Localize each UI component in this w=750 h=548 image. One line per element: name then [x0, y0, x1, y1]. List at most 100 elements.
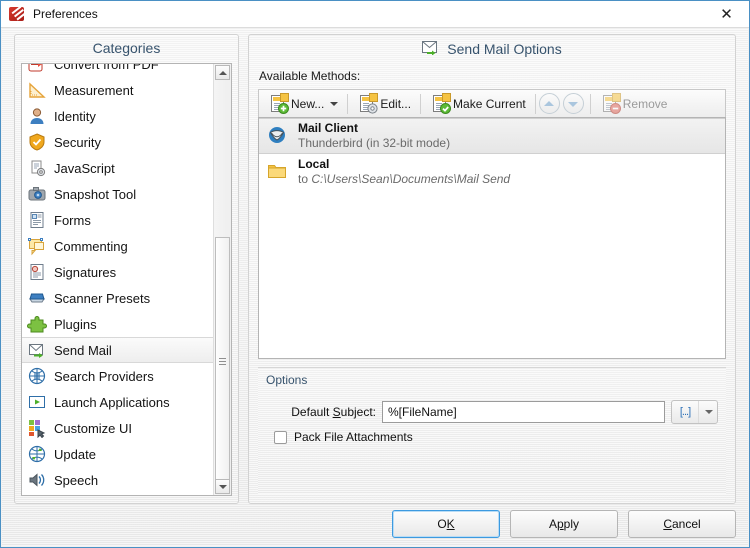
list-add-icon — [268, 93, 289, 114]
panel-header: Send Mail Options — [249, 35, 735, 63]
sidebar-item-label: Convert from PDF — [54, 64, 159, 72]
javascript-icon — [27, 158, 47, 178]
sidebar-item-label: Security — [54, 134, 101, 150]
pack-file-attachments-checkbox[interactable] — [274, 430, 287, 444]
sidebar-item-label: Plugins — [54, 316, 97, 332]
sidebar-item-label: Commenting — [54, 238, 128, 254]
make-current-label: Make Current — [453, 96, 526, 111]
scroll-down-icon[interactable] — [215, 479, 230, 494]
cancel-button[interactable]: Cancel — [628, 510, 736, 538]
macro-button-group: [...] — [671, 400, 718, 424]
move-up-icon[interactable] — [538, 93, 560, 114]
categories-scroll-area: Convert from PDF Measurement Identity Secur… — [22, 64, 214, 495]
method-row[interactable]: Mail Client Thunderbird (in 32-bit mode) — [259, 118, 725, 154]
sidebar-item-label: JavaScript — [54, 160, 115, 176]
ok-button[interactable]: OK — [392, 510, 500, 538]
chevron-down-icon[interactable] — [330, 101, 339, 106]
snapshot-tool-icon — [27, 184, 47, 204]
list-remove-icon — [600, 93, 621, 114]
apply-button[interactable]: Apply — [510, 510, 618, 538]
plugins-icon — [27, 314, 47, 334]
sidebar-item-update[interactable]: Update — [22, 441, 214, 467]
available-methods-label: Available Methods: — [259, 69, 361, 83]
sidebar-item-commenting[interactable]: Commenting — [22, 233, 214, 259]
security-icon — [27, 132, 47, 152]
sidebar-item-label: Signatures — [54, 264, 117, 280]
categories-list[interactable]: Convert from PDF Measurement Identity Secur… — [21, 63, 232, 496]
default-subject-input[interactable] — [382, 401, 665, 423]
sidebar-item-security[interactable]: Security — [22, 129, 214, 155]
move-down-icon[interactable] — [562, 93, 584, 114]
app-icon — [9, 5, 25, 22]
pack-file-attachments-row[interactable]: Pack File Attachments — [274, 430, 413, 444]
insert-macro-icon[interactable]: [...] — [672, 401, 698, 423]
identity-icon — [27, 106, 47, 126]
send-mail-icon — [27, 340, 47, 360]
categories-header: Categories — [92, 40, 161, 56]
method-text: Local to C:\Users\Sean\Documents\Mail Sen… — [298, 157, 510, 187]
sidebar-item-convert-from-pdf[interactable]: Convert from PDF — [22, 64, 214, 77]
scroll-up-icon[interactable] — [215, 65, 230, 80]
sidebar-item-search-providers[interactable]: Search Providers — [22, 363, 214, 389]
edit-button[interactable]: Edit... — [351, 92, 417, 116]
new-button[interactable]: New... — [262, 92, 344, 116]
macro-dropdown-icon[interactable] — [698, 401, 717, 423]
sidebar-item-measurement[interactable]: Measurement — [22, 77, 214, 103]
customize-ui-icon — [27, 418, 47, 439]
list-edit-icon — [357, 93, 379, 114]
title-bar: Preferences ✕ — [1, 1, 749, 28]
sidebar-item-label: Snapshot Tool — [54, 186, 137, 202]
sidebar-item-label: Update — [54, 446, 96, 462]
sidebar-item-label: Customize UI — [54, 420, 133, 436]
sidebar-item-label: Speech — [54, 472, 99, 488]
method-detail-prefix: to — [298, 172, 312, 186]
signatures-icon — [27, 262, 47, 282]
toolbar-separator — [420, 93, 422, 114]
thunderbird-icon — [267, 125, 289, 147]
preferences-window: Preferences ✕ Categories Convert from PD… — [0, 0, 750, 548]
forms-icon — [27, 210, 47, 230]
sidebar-item-label: Send Mail — [54, 342, 112, 358]
categories-panel: Categories Convert from PDF Measurement Id… — [14, 34, 239, 504]
sidebar-item-launch-applications[interactable]: Launch Applications — [22, 389, 214, 415]
sidebar-item-plugins[interactable]: Plugins — [22, 311, 214, 337]
options-group-label: Options — [266, 373, 308, 387]
sidebar-item-identity[interactable]: Identity — [22, 103, 214, 129]
categories-scrollbar[interactable] — [213, 64, 231, 495]
sidebar-item-javascript[interactable]: JavaScript — [22, 155, 214, 181]
sidebar-item-snapshot-tool[interactable]: Snapshot Tool — [22, 181, 214, 207]
remove-label: Remove — [622, 96, 668, 111]
method-detail-text: Thunderbird (in 32-bit mode) — [298, 136, 451, 150]
sidebar-item-speech[interactable]: Speech — [22, 467, 214, 493]
method-row[interactable]: Local to C:\Users\Sean\Documents\Mail Sen… — [259, 154, 725, 190]
pack-file-attachments-label: Pack File Attachments — [294, 430, 413, 444]
toolbar-separator — [347, 93, 349, 114]
sidebar-item-send-mail[interactable]: Send Mail — [22, 337, 214, 363]
method-detail: to C:\Users\Sean\Documents\Mail Send — [298, 172, 510, 187]
toolbar-separator — [589, 93, 591, 114]
sidebar-item-forms[interactable]: Forms — [22, 207, 214, 233]
method-name: Mail Client — [298, 121, 359, 135]
sidebar-item-signatures[interactable]: Signatures — [22, 259, 214, 285]
close-icon[interactable]: ✕ — [704, 1, 749, 26]
make-current-button[interactable]: Make Current — [424, 92, 532, 116]
new-label: New... — [291, 96, 325, 111]
list-check-icon — [430, 93, 452, 114]
scanner-presets-icon — [27, 288, 47, 308]
launch-applications-icon — [27, 392, 47, 412]
send-mail-icon — [422, 40, 440, 58]
sidebar-item-label: Measurement — [54, 82, 134, 98]
sidebar-item-scanner-presets[interactable]: Scanner Presets — [22, 285, 214, 311]
methods-list[interactable]: Mail Client Thunderbird (in 32-bit mode) L… — [258, 117, 726, 359]
sidebar-item-label: Search Providers — [54, 368, 154, 384]
method-detail-path: C:\Users\Sean\Documents\Mail Send — [311, 172, 511, 186]
sidebar-item-label: Forms — [54, 212, 91, 228]
send-mail-options-panel: Send Mail Options Available Methods: New… — [248, 34, 736, 504]
scrollbar-thumb[interactable] — [215, 237, 230, 485]
folder-icon — [267, 161, 289, 183]
sidebar-item-customize-ui[interactable]: Customize UI — [22, 415, 214, 441]
default-subject-label: Default Subject: — [291, 405, 376, 419]
sidebar-item-label: Launch Applications — [54, 394, 170, 410]
search-providers-icon — [27, 366, 47, 386]
remove-button: Remove — [594, 92, 674, 116]
